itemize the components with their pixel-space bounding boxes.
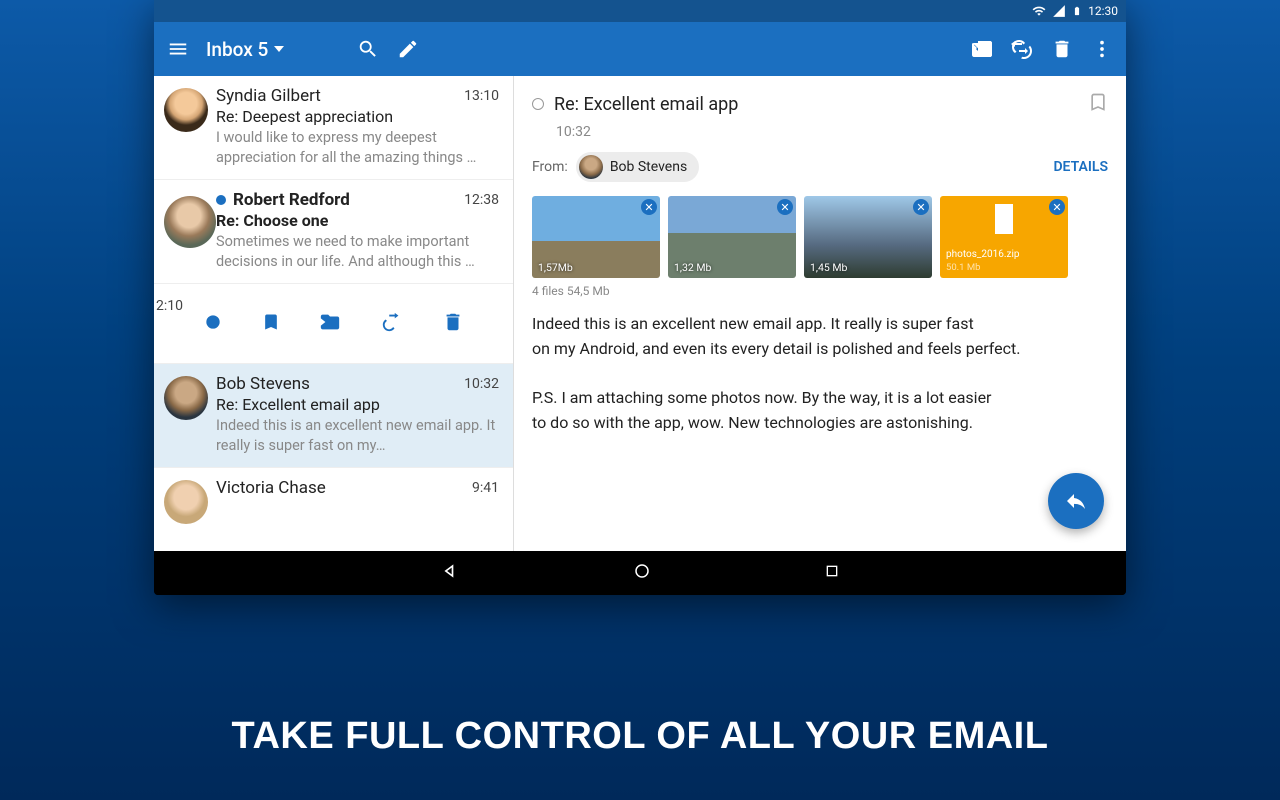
attachment-summary: 4 files 54,5 Mb [532,284,1108,298]
home-icon[interactable] [633,562,651,584]
mark-unread-icon[interactable] [203,312,223,336]
sender-name: Robert Redford [233,190,464,210]
reading-pane: Re: Excellent email app 10:32 From: Bob … [514,76,1126,551]
back-icon[interactable] [440,561,460,585]
email-subject: Re: Excellent email app [216,395,499,414]
move-icon[interactable] [318,311,342,337]
delete-icon[interactable] [442,311,464,337]
menu-icon[interactable] [166,37,190,61]
chevron-down-icon [274,46,284,52]
remove-icon[interactable]: ✕ [913,199,929,215]
email-item[interactable]: Syndia Gilbert13:10 Re: Deepest apprecia… [154,76,513,180]
remove-icon[interactable]: ✕ [1049,199,1065,215]
sender-name: Syndia Gilbert [216,86,464,106]
app-toolbar: Inbox 5 [154,22,1126,76]
details-button[interactable]: DETAILS [1053,159,1108,175]
attachment-thumb[interactable]: ✕1,32 Mb [668,196,796,278]
reply-fab[interactable] [1048,473,1104,529]
email-item[interactable]: Bob Stevens10:32 Re: Excellent email app… [154,364,513,468]
tablet-frame: 12:30 Inbox 5 [154,0,1126,595]
recents-icon[interactable] [824,563,840,583]
peek-time: 2:10 [156,298,183,314]
avatar [164,88,208,132]
read-status-icon[interactable] [532,98,544,110]
status-bar: 12:30 [154,0,1126,22]
avatar [164,480,208,524]
remove-icon[interactable]: ✕ [777,199,793,215]
remove-icon[interactable]: ✕ [641,199,657,215]
avatar [164,196,216,248]
zip-icon [995,204,1013,234]
from-label: From: [532,159,568,175]
attachment-thumb[interactable]: ✕1,57Mb [532,196,660,278]
avatar [164,376,208,420]
email-subject: Re: Choose one [216,211,499,230]
delete-icon[interactable] [1050,37,1074,61]
email-list: Syndia Gilbert13:10 Re: Deepest apprecia… [154,76,514,551]
avatar [579,155,603,179]
attachment-thumb[interactable]: ✕photos_2016.zip50.1 Mb [940,196,1068,278]
message-body: Indeed this is an excellent new email ap… [532,312,1108,436]
sender-name: Bob Stevens [216,374,464,394]
unread-dot-icon [216,195,226,205]
bookmark-icon[interactable] [1088,90,1108,118]
swipe-actions: 2:10 [154,284,513,364]
attachment-thumb[interactable]: ✕1,45 Mb [804,196,932,278]
wifi-icon [1032,4,1046,18]
email-time: 9:41 [472,480,499,496]
email-preview: Indeed this is an excellent new email ap… [216,416,499,455]
sender-chip[interactable]: Bob Stevens [576,152,699,182]
sender-name: Victoria Chase [216,478,472,498]
attachment-strip: ✕1,57Mb ✕1,32 Mb ✕1,45 Mb ✕photos_2016.z… [532,196,1108,278]
battery-icon [1072,4,1082,18]
overflow-icon[interactable] [1090,37,1114,61]
compose-icon[interactable] [396,37,420,61]
message-subject: Re: Excellent email app [554,94,1078,115]
promo-caption: TAKE FULL CONTROL OF ALL YOUR EMAIL [0,715,1280,758]
message-time: 10:32 [556,124,1108,140]
email-item[interactable]: Victoria Chase9:41 [154,468,513,510]
email-time: 10:32 [464,376,499,392]
email-subject: Re: Deepest appreciation [216,107,499,126]
email-preview: Sometimes we need to make important deci… [216,232,499,271]
signal-icon [1052,4,1066,18]
email-time: 13:10 [464,88,499,104]
move-to-folder-icon[interactable] [970,37,994,61]
search-icon[interactable] [356,37,380,61]
spam-icon[interactable] [380,311,404,337]
email-preview: I would like to express my deepest appre… [216,128,499,167]
folder-dropdown[interactable]: Inbox 5 [206,38,284,61]
status-time: 12:30 [1088,4,1118,18]
email-item[interactable]: Robert Redford12:38 Re: Choose one Somet… [154,180,513,284]
email-time: 12:38 [464,192,499,208]
android-navbar [154,551,1126,595]
spam-icon[interactable] [1010,37,1034,61]
bookmark-icon[interactable] [261,312,281,336]
